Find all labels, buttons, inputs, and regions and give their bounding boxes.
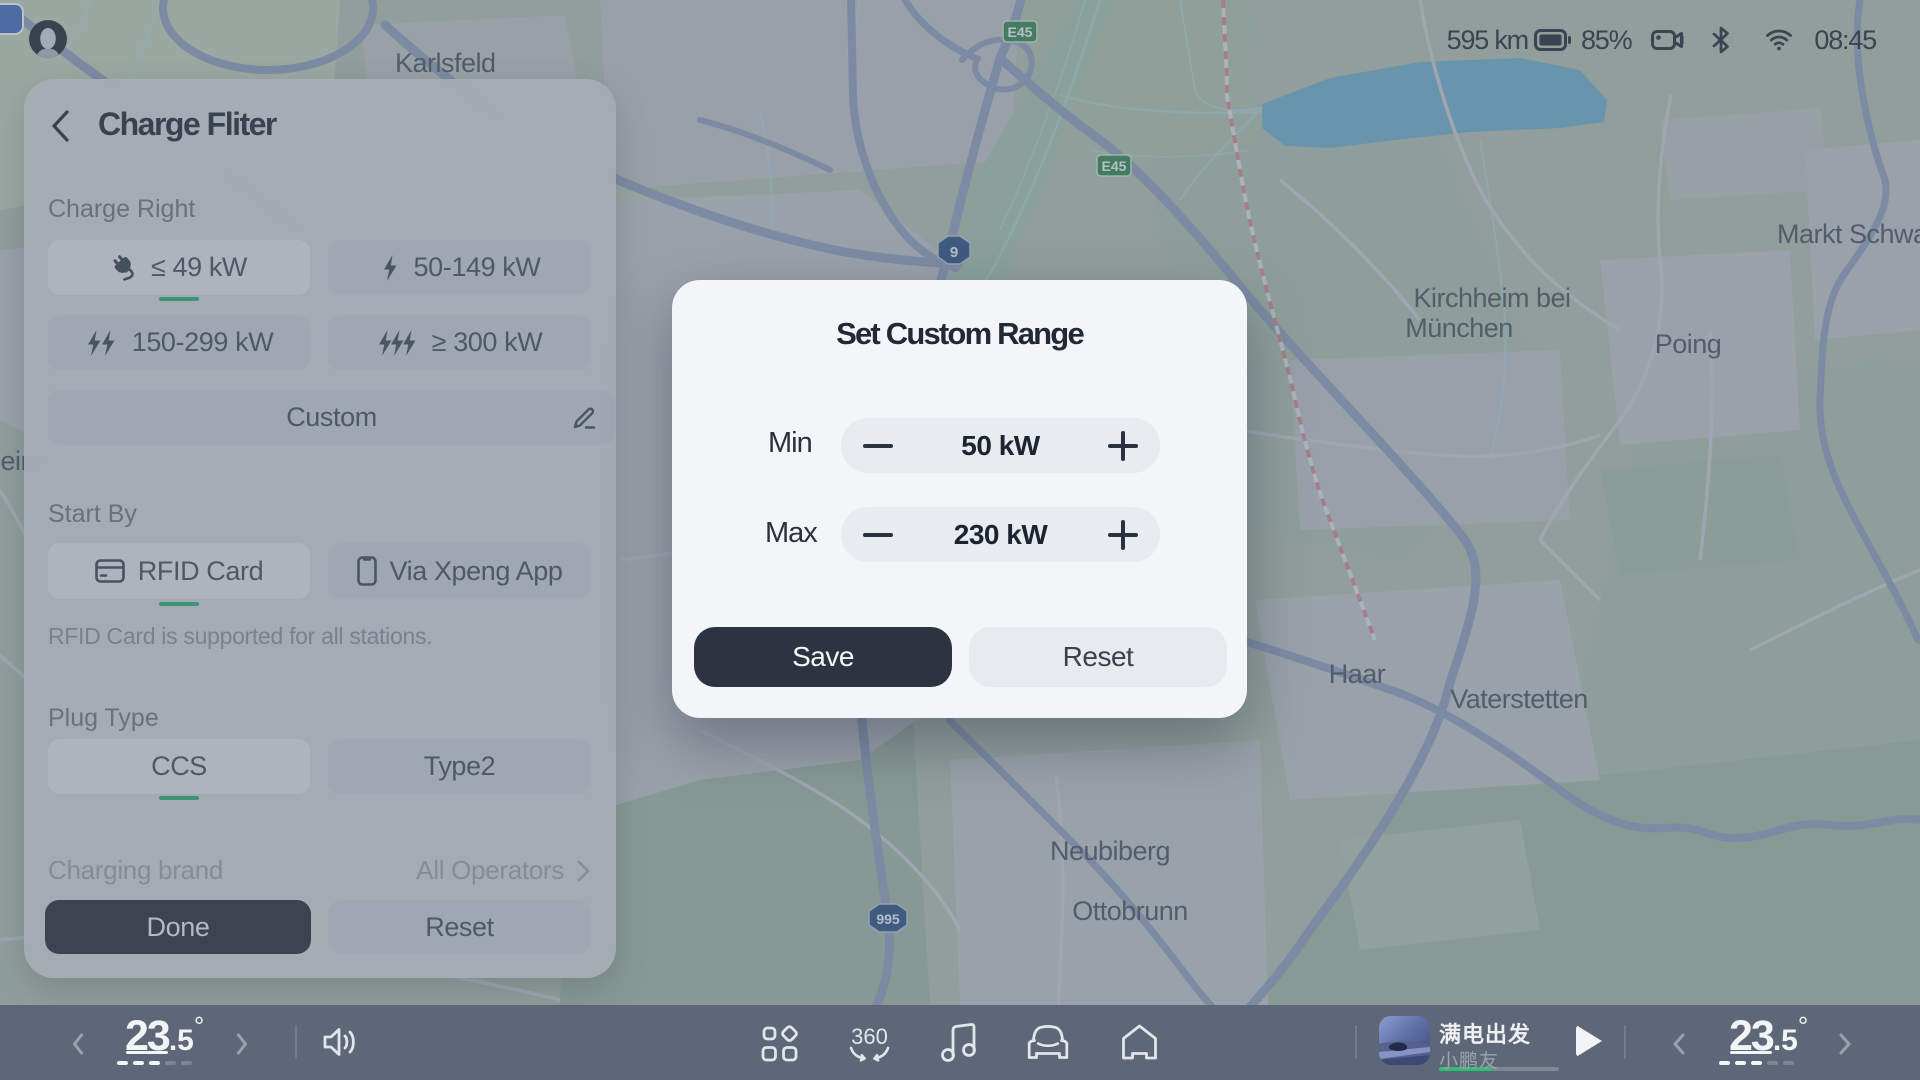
svg-text:360: 360 xyxy=(851,1024,888,1049)
